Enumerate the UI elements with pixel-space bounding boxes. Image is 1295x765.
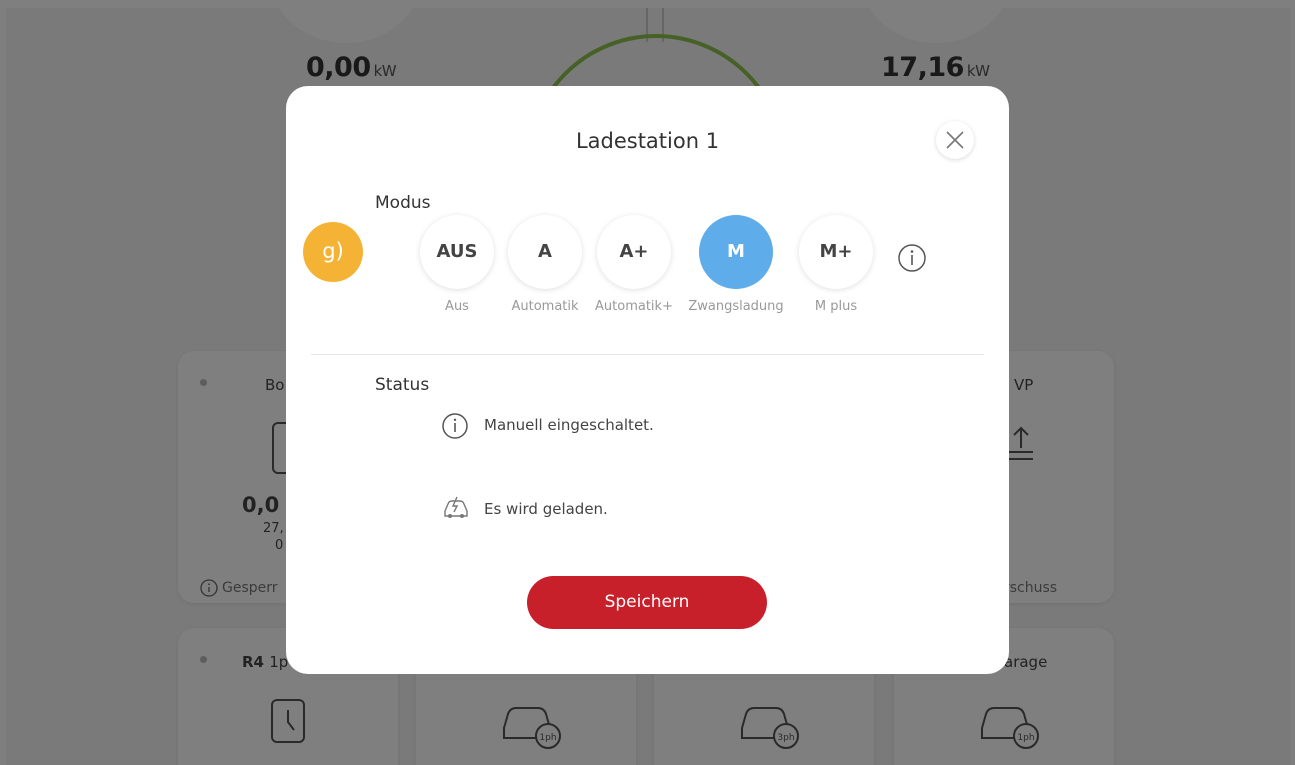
status-text-charging: Es wird geladen.	[484, 500, 608, 518]
save-button[interactable]: Speichern	[527, 576, 767, 629]
status-text-manual: Manuell eingeschaltet.	[484, 416, 654, 434]
mode-info-icon[interactable]	[897, 243, 927, 273]
charging-station-dialog: Ladestation 1 Modus g) AUS A A+ M M+ Aus…	[286, 86, 1009, 674]
mode-label-m-plus: M plus	[814, 299, 858, 314]
car-charging-icon	[444, 496, 468, 518]
close-button[interactable]	[936, 121, 974, 159]
mode-label-automatik-plus: Automatik+	[595, 299, 673, 314]
mode-button-aus[interactable]: AUS	[420, 215, 494, 289]
close-icon	[946, 131, 964, 149]
mode-button-automatik[interactable]: A	[508, 215, 582, 289]
mode-button-m-plus[interactable]: M+	[799, 215, 873, 289]
section-divider	[311, 354, 984, 355]
mode-button-automatik-plus[interactable]: A+	[597, 215, 671, 289]
info-icon	[442, 413, 468, 439]
mode-section-label: Modus	[375, 193, 431, 213]
dialog-title: Ladestation 1	[575, 129, 720, 153]
step-badge: g)	[303, 222, 363, 282]
mode-label-zwangsladung: Zwangsladung	[688, 299, 784, 314]
mode-button-zwangsladung[interactable]: M	[699, 215, 773, 289]
status-section-label: Status	[375, 375, 430, 395]
